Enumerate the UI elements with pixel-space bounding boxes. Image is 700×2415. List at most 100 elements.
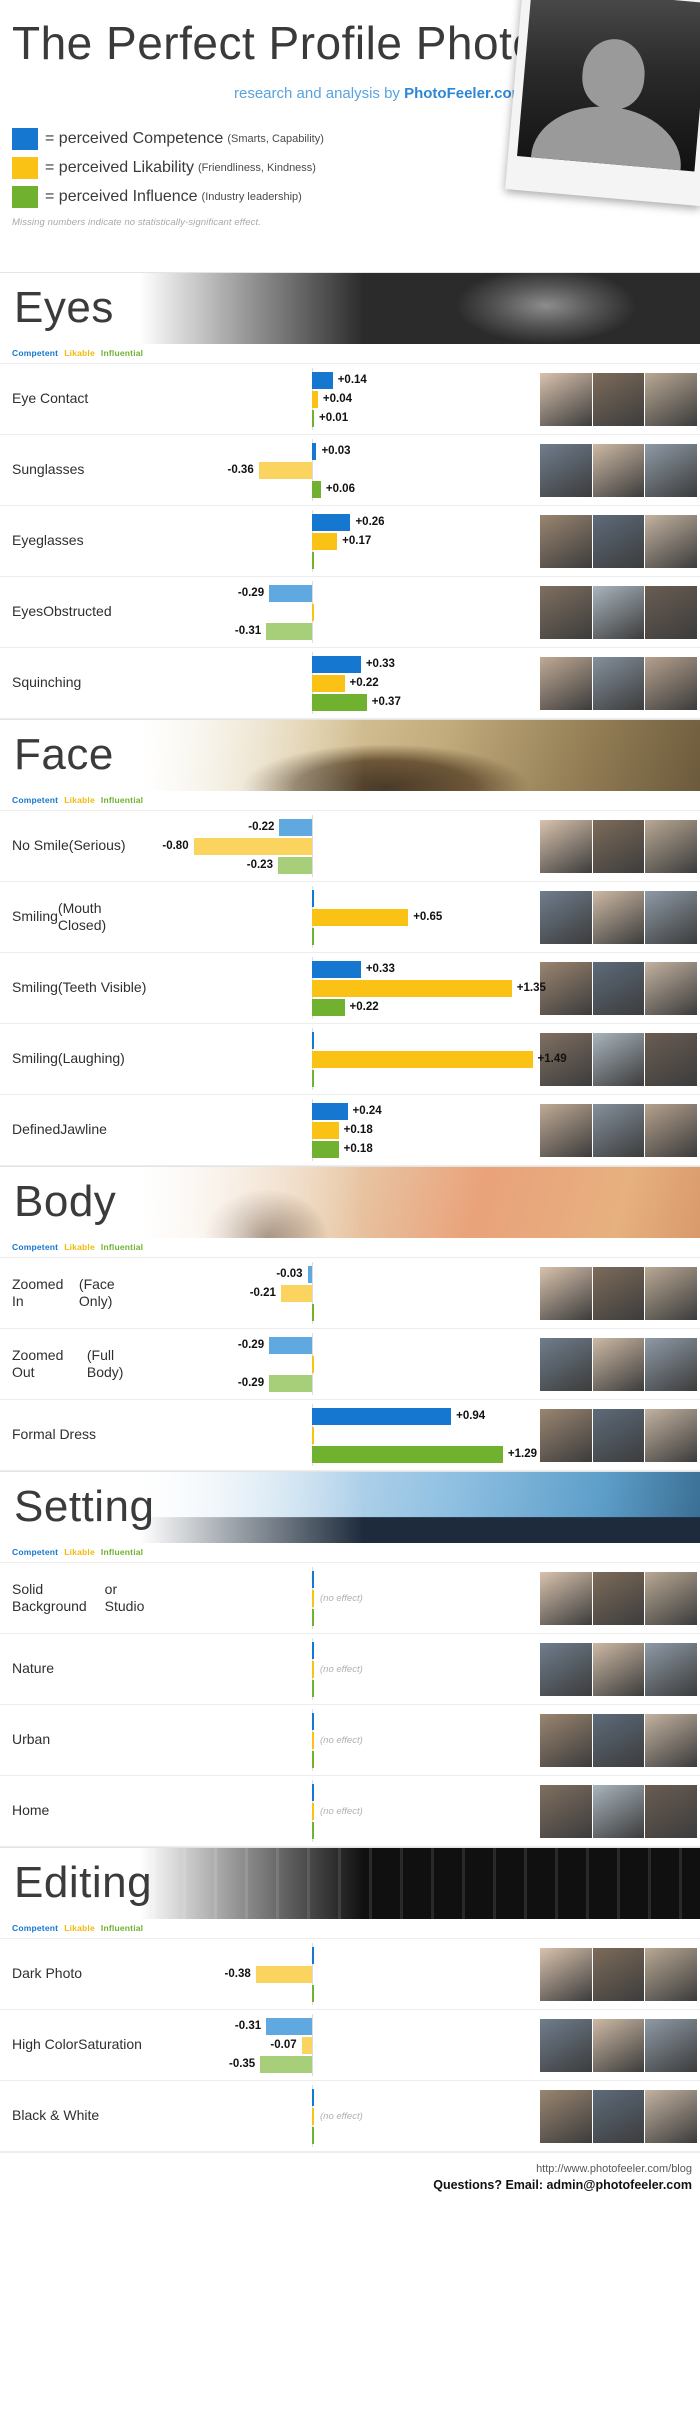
row-label: Squinching (0, 648, 152, 718)
example-photo-thumbnail (593, 2019, 645, 2072)
row-chart: +0.24+0.18+0.18 (152, 1095, 540, 1165)
bar-value-label: -0.31 (235, 623, 261, 640)
example-photos (540, 811, 700, 881)
example-photo-thumbnail (645, 891, 697, 944)
example-photo-thumbnail (540, 1267, 592, 1320)
example-photo-thumbnail (540, 373, 592, 426)
row-chart: -0.29-0.29 (152, 1329, 540, 1399)
bar-line-influential (152, 928, 540, 945)
bar-influential (312, 1070, 314, 1087)
person-silhouette-body-icon (526, 100, 685, 172)
example-photo-thumbnail (540, 1785, 592, 1838)
polaroid-photo (505, 0, 700, 206)
bar-value-label: +0.01 (319, 410, 348, 427)
bar-value-label: +0.22 (350, 675, 379, 692)
bar-line-likable: -0.80 (152, 838, 540, 855)
example-photo-thumbnail (593, 1409, 645, 1462)
bar-line-likable: +0.18 (152, 1122, 540, 1139)
bar-group: +0.33+1.35+0.22 (152, 953, 540, 1023)
column-label-influential: Influential (101, 1923, 143, 1933)
brand-name: PhotoFeeler.com (404, 85, 525, 102)
row-label: Eye Contact (0, 364, 152, 434)
bar-influential (312, 2127, 314, 2144)
row-chart: +0.33+1.35+0.22 (152, 953, 540, 1023)
bar-competent (312, 443, 316, 460)
bar-line-competent (152, 1571, 540, 1588)
example-photos (540, 1939, 700, 2009)
example-photo-thumbnail (540, 962, 592, 1015)
example-photo-thumbnail (593, 657, 645, 710)
data-row: Eye Contact+0.14+0.04+0.01 (0, 364, 700, 435)
legend-label-competence: = perceived Competence (45, 130, 223, 148)
footer-url[interactable]: http://www.photofeeler.com/blog (0, 2163, 692, 2175)
data-row: EyesObstructed-0.29-0.31 (0, 577, 700, 648)
bar-group: +0.33+0.22+0.37 (152, 648, 540, 718)
bar-group (152, 1634, 540, 1704)
example-photo-thumbnail (540, 1948, 592, 2001)
example-photos (540, 1329, 700, 1399)
example-photo-thumbnail (593, 1338, 645, 1391)
section-title-body: Body (14, 1177, 116, 1227)
column-label-influential: Influential (101, 1547, 143, 1557)
bar-competent (312, 514, 350, 531)
example-photo-thumbnail (540, 1338, 592, 1391)
bar-line-influential: -0.23 (152, 857, 540, 874)
bar-value-label: +0.18 (344, 1122, 373, 1139)
bar-line-influential: +0.18 (152, 1141, 540, 1158)
bar-value-label: -0.03 (276, 1266, 302, 1283)
row-chart: +0.94+1.29 (152, 1400, 540, 1470)
column-header: CompetentLikableInfluential (0, 1919, 700, 1939)
column-header: CompetentLikableInfluential (0, 791, 700, 811)
bar-group: +0.24+0.18+0.18 (152, 1095, 540, 1165)
bar-line-influential (152, 1609, 540, 1626)
row-chart: (no effect) (152, 1705, 540, 1775)
column-label-competent: Competent (12, 1547, 58, 1557)
bar-line-competent: -0.03 (152, 1266, 540, 1283)
bar-influential (312, 410, 314, 427)
bar-value-label: +0.33 (366, 961, 395, 978)
bar-group: +0.03-0.36+0.06 (152, 435, 540, 505)
row-label: Solid Backgroundor Studio (0, 1563, 152, 1633)
example-photo-thumbnail (645, 1409, 697, 1462)
bar-group: -0.29-0.29 (152, 1329, 540, 1399)
example-photo-thumbnail (645, 515, 697, 568)
bar-value-label: +0.14 (338, 372, 367, 389)
example-photos (540, 1258, 700, 1328)
row-chart: (no effect) (152, 1563, 540, 1633)
bar-competent (312, 372, 333, 389)
bar-influential (278, 857, 312, 874)
bar-likable (281, 1285, 312, 1302)
example-photo-thumbnail (593, 586, 645, 639)
row-label: Urban (0, 1705, 152, 1775)
bar-line-competent: -0.29 (152, 585, 540, 602)
example-photo-thumbnail (593, 1033, 645, 1086)
data-row: Eyeglasses+0.26+0.17 (0, 506, 700, 577)
example-photo-thumbnail (645, 444, 697, 497)
bar-likable (312, 1732, 314, 1749)
row-label: Home (0, 1776, 152, 1846)
bar-line-likable: -0.38 (152, 1966, 540, 1983)
example-photo-thumbnail (593, 820, 645, 873)
footer-contact[interactable]: Questions? Email: admin@photofeeler.com (0, 2178, 692, 2192)
bar-competent (312, 1713, 314, 1730)
example-photos (540, 2010, 700, 2080)
bar-value-label: +0.65 (413, 909, 442, 926)
row-chart: (no effect) (152, 1634, 540, 1704)
data-row: No Smile(Serious)-0.22-0.80-0.23 (0, 811, 700, 882)
bar-likable (259, 462, 312, 479)
bar-influential (312, 481, 321, 498)
bar-likable (194, 838, 312, 855)
column-label-likable: Likable (64, 1923, 95, 1933)
bar-value-label: +0.18 (344, 1141, 373, 1158)
bar-line-likable: +0.22 (152, 675, 540, 692)
legend-swatch-likability-icon (12, 157, 38, 179)
bar-line-competent (152, 890, 540, 907)
bar-influential (312, 1141, 339, 1158)
row-chart: -0.29 -0.31 (152, 577, 540, 647)
row-label: Smiling(Laughing) (0, 1024, 152, 1094)
legend-note: Missing numbers indicate no statisticall… (12, 217, 700, 228)
example-photo-thumbnail (645, 1104, 697, 1157)
data-row: Urban(no effect) (0, 1705, 700, 1776)
bar-value-label: -0.35 (229, 2056, 255, 2073)
example-photos (540, 648, 700, 718)
